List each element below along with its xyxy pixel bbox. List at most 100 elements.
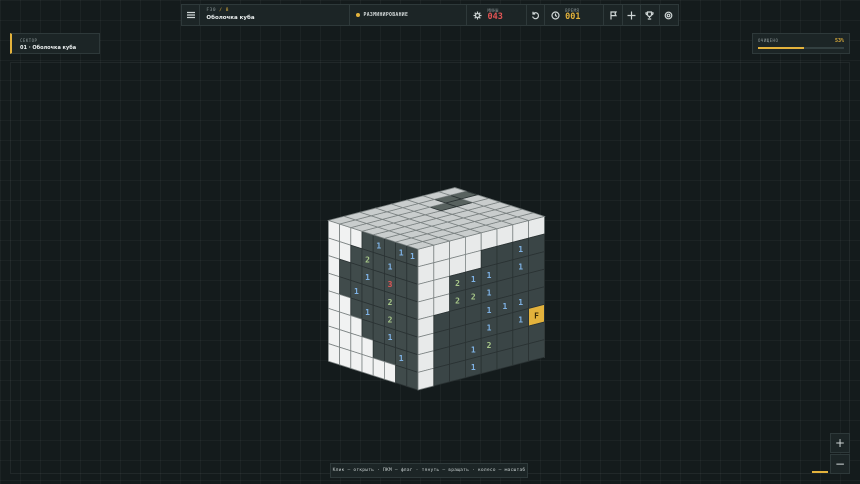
status-text: РАЗМИНИРОВАНИЕ (363, 12, 409, 18)
cell-face (383, 361, 397, 384)
open-cell[interactable] (406, 368, 419, 391)
cell-face (361, 353, 374, 377)
cell-number: 1 (487, 288, 492, 297)
trophy-icon (645, 10, 655, 20)
cell-number: 1 (365, 273, 370, 282)
restart-button[interactable] (527, 5, 546, 25)
closed-cell[interactable] (417, 367, 435, 391)
controls-hint: Клик — открыть · ПКМ — флаг · тянуть — в… (330, 463, 528, 478)
cell-face (327, 343, 341, 366)
gear-icon (664, 11, 673, 19)
cell-face (350, 350, 363, 373)
cleared-progress-fill (758, 47, 804, 49)
cell-number: 1 (518, 263, 523, 272)
cell-number: 1 (388, 263, 393, 272)
cell-number: 2 (455, 279, 460, 288)
cell-number: 1 (518, 298, 523, 307)
flag-icon: F (534, 311, 539, 320)
cell-face (528, 339, 545, 362)
cleared-value: 53% (834, 38, 844, 44)
cell-face (372, 357, 385, 380)
cell-number: 1 (354, 287, 359, 296)
cell-number: 2 (388, 315, 393, 324)
time-value: 001 (565, 12, 581, 22)
cell-number: 1 (487, 271, 492, 280)
closed-cell[interactable] (383, 361, 397, 384)
breadcrumb-level: F30 (206, 8, 217, 13)
restart-icon (531, 11, 539, 19)
closed-cell[interactable] (339, 346, 352, 369)
cell-number: 1 (518, 315, 523, 324)
cell-number: 1 (376, 241, 381, 250)
cleared-progress-track (758, 47, 844, 49)
open-cell[interactable] (480, 351, 498, 375)
cell-face (395, 364, 408, 387)
cell-number: 1 (388, 333, 393, 342)
open-cell[interactable] (449, 359, 466, 383)
clock-icon (551, 10, 560, 20)
cell-face (449, 359, 466, 383)
title-block: F30 / 8 Оболочка куба (200, 5, 350, 25)
menu-button[interactable] (182, 5, 201, 25)
open-cell[interactable] (395, 364, 408, 387)
sector-label: СЕКТОР (20, 38, 38, 43)
flag-icon (610, 10, 617, 19)
open-cell[interactable] (528, 339, 545, 362)
cell-face (496, 347, 514, 371)
page-title: Оболочка куба (206, 15, 255, 21)
cell-face (339, 346, 352, 369)
sector-panel: СЕКТОР 01 · Оболочка куба (10, 33, 100, 54)
cell-number: 1 (518, 245, 523, 254)
cell-number: 1 (471, 345, 476, 354)
cell-face (433, 363, 451, 387)
cell-number: 1 (399, 354, 404, 363)
cell-number: 2 (455, 297, 460, 306)
zoom-in-button[interactable]: + (830, 433, 850, 453)
cell-number: 1 (365, 308, 370, 317)
cleared-label: ОЧИЩЕНО (758, 38, 779, 43)
open-cell[interactable] (496, 347, 514, 371)
closed-cell[interactable] (361, 353, 374, 377)
cell-face (406, 368, 419, 391)
zoom-level-indicator (812, 471, 828, 473)
cleared-panel: ОЧИЩЕНО 53% (752, 33, 850, 54)
breadcrumb-number: 8 (225, 8, 229, 13)
flag-mode-button[interactable] (604, 5, 623, 25)
cell-number: 2 (365, 255, 370, 264)
cell-number: 1 (487, 324, 492, 333)
closed-cell[interactable] (327, 343, 341, 366)
open-cell[interactable] (433, 363, 451, 387)
closed-cell[interactable] (350, 350, 363, 373)
status-dot (355, 13, 360, 17)
open-cell[interactable]: 1 (464, 355, 482, 379)
minesweeper-cube[interactable]: 11121131212111111111111111211122111111F1… (0, 0, 860, 484)
status-badge: РАЗМИНИРОВАНИЕ (350, 5, 468, 25)
top-bar: F30 / 8 Оболочка куба РАЗМИНИРОВАНИЕ МИН… (181, 4, 679, 26)
center-view-button[interactable] (623, 5, 642, 25)
menu-icon (186, 11, 195, 19)
leaderboard-button[interactable] (641, 5, 660, 25)
cell-number: 2 (487, 341, 492, 350)
cell-face (480, 351, 498, 375)
mine-icon (473, 11, 482, 19)
cell-number: 1 (471, 363, 476, 372)
cell-face (512, 343, 529, 366)
sector-value: 01 · Оболочка куба (20, 45, 77, 51)
cell-number: 1 (471, 275, 476, 284)
cell-number: 1 (502, 302, 507, 311)
crosshair-icon (627, 11, 636, 19)
open-cell[interactable] (512, 343, 529, 366)
time-counter: ВРЕМЯ 001 (545, 5, 605, 25)
closed-cell[interactable] (372, 357, 385, 380)
cell-number: 2 (388, 298, 393, 307)
mines-counter: МИНЫ 043 (467, 5, 527, 25)
cell-number: 1 (410, 252, 415, 261)
breadcrumb: F30 / 8 (206, 8, 229, 13)
cell-number: 1 (399, 249, 404, 258)
cell-number: 2 (471, 292, 476, 301)
cell-number: 1 (487, 306, 492, 315)
settings-button[interactable] (660, 5, 678, 25)
cell-face (417, 367, 435, 391)
zoom-out-button[interactable]: − (830, 454, 850, 474)
mines-value: 043 (487, 12, 503, 22)
